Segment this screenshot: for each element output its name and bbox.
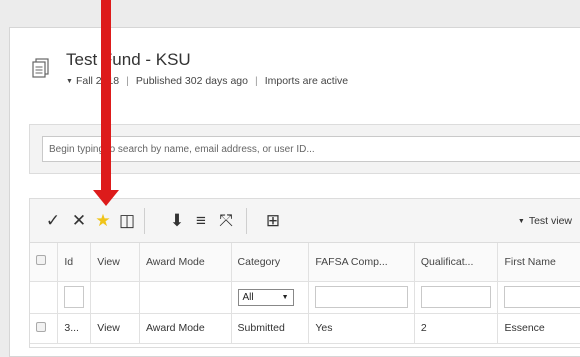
- filter-cell: [30, 281, 59, 314]
- view-label: Test view: [528, 215, 572, 227]
- filter-cell: [139, 281, 232, 314]
- close-icon[interactable]: ✕: [70, 199, 88, 243]
- annotation-arrow-shaft: [101, 0, 111, 192]
- filter-cell: [414, 281, 499, 314]
- filter-cell: [308, 281, 415, 314]
- caret-down-icon: ▼: [517, 218, 525, 225]
- category-filter-select[interactable]: All ▼: [237, 288, 294, 306]
- results-table: Id View Award Mode Category FAFSA Comp..…: [30, 243, 580, 344]
- separator: |: [126, 75, 129, 87]
- select-all-checkbox[interactable]: [36, 255, 46, 266]
- view-selector[interactable]: ▼ Test view: [518, 199, 572, 243]
- column-header-category[interactable]: Category: [231, 243, 310, 282]
- published-status: Published 302 days ago: [135, 75, 248, 87]
- columns-icon[interactable]: ◫: [118, 199, 136, 243]
- filter-row: All ▼: [30, 281, 580, 314]
- download-icon[interactable]: ⬇: [168, 199, 186, 243]
- caret-down-icon: ▼: [281, 293, 289, 301]
- toolbar-divider: [144, 208, 145, 234]
- expand-icon[interactable]: ⤧: [216, 199, 236, 243]
- column-header-view[interactable]: View: [90, 243, 140, 282]
- grid-add-icon[interactable]: ⊞: [263, 199, 283, 243]
- list-icon[interactable]: ≡: [192, 199, 210, 243]
- search-input[interactable]: Begin typing to search by name, email ad…: [42, 136, 580, 162]
- caret-down-icon: ▼: [66, 78, 73, 85]
- column-header-id[interactable]: Id: [57, 243, 92, 282]
- search-panel: Begin typing to search by name, email ad…: [29, 124, 580, 174]
- term-dropdown[interactable]: ▼ Fall 2018: [66, 75, 119, 87]
- id-filter-input[interactable]: [64, 286, 85, 308]
- column-header-fafsa[interactable]: FAFSA Comp...: [308, 243, 415, 282]
- column-header-first-name[interactable]: First Name: [497, 243, 580, 282]
- select-all-cell: [30, 243, 59, 282]
- fafsa-filter-input[interactable]: [315, 286, 408, 308]
- column-header-award-mode[interactable]: Award Mode: [139, 243, 232, 282]
- page-title: Test Fund - KSU: [66, 50, 191, 69]
- document-icon: [32, 58, 49, 78]
- toolbar-divider: [246, 208, 247, 234]
- table-row[interactable]: 3... View Award Mode Submitted Yes 2 Ess…: [30, 313, 580, 344]
- term-label: Fall 2018: [75, 75, 120, 87]
- filter-cell: [57, 281, 92, 314]
- data-grid: ✓ ✕ ★ ◫ ⬇ ≡ ⤧ ⊞ ▼ Test view Id View Award…: [29, 198, 580, 348]
- qualification-link[interactable]: 2: [414, 313, 499, 344]
- cell-first-name: Essence: [497, 313, 580, 344]
- award-mode-link[interactable]: Award Mode: [139, 313, 232, 344]
- qualification-filter-input[interactable]: [420, 286, 492, 308]
- row-select-cell: [30, 313, 59, 344]
- filter-cell: [90, 281, 140, 314]
- cell-id: 3...: [57, 313, 92, 344]
- separator: |: [254, 75, 258, 87]
- annotation-arrow-head: [93, 190, 119, 206]
- check-icon[interactable]: ✓: [44, 199, 62, 243]
- filter-cell: [497, 281, 580, 314]
- first-name-filter-input[interactable]: [504, 286, 580, 308]
- cell-fafsa: Yes: [308, 313, 415, 344]
- filter-cell: All ▼: [231, 281, 310, 314]
- category-filter-value: All: [242, 291, 254, 303]
- table-header-row: Id View Award Mode Category FAFSA Comp..…: [30, 243, 580, 282]
- cell-category: Submitted: [231, 313, 310, 344]
- view-link[interactable]: View: [90, 313, 140, 344]
- row-checkbox[interactable]: [36, 321, 46, 332]
- column-header-qualification[interactable]: Qualificat...: [414, 243, 499, 282]
- imports-status: Imports are active: [264, 75, 349, 87]
